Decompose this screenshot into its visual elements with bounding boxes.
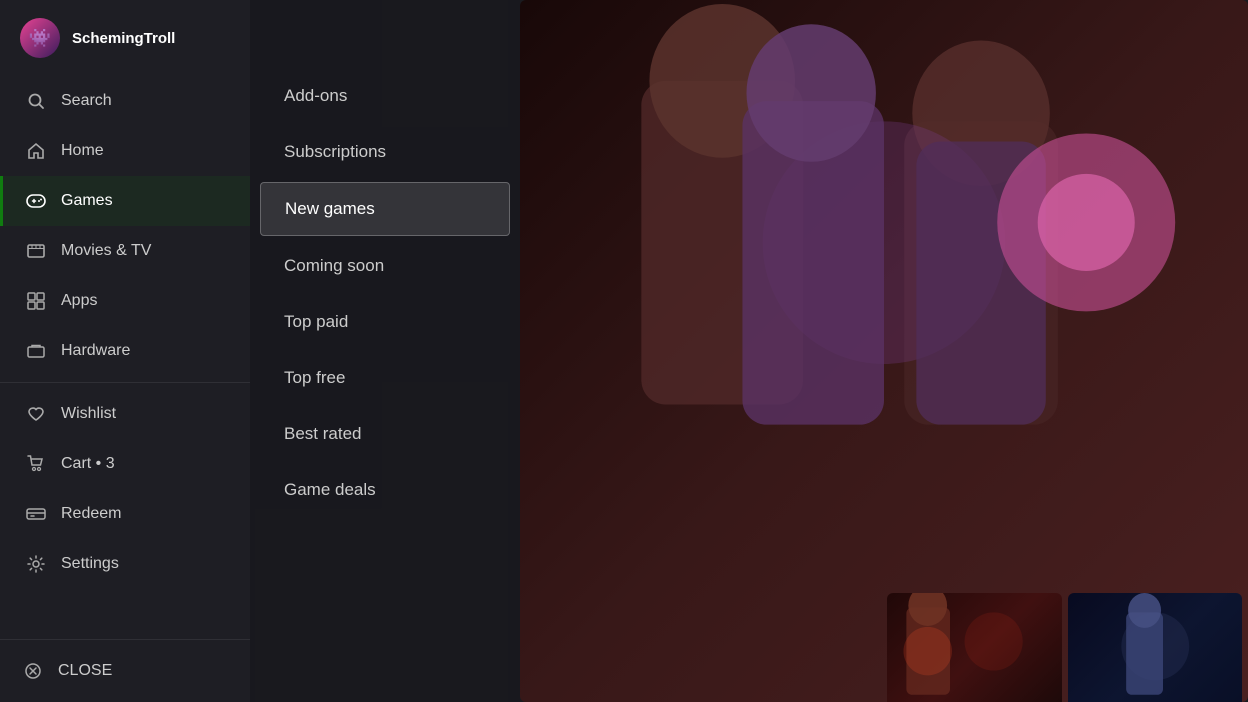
games-icon [25,190,47,212]
submenu-item-subscriptions[interactable]: Subscriptions [260,126,510,178]
sidebar-item-redeem-label: Redeem [61,505,121,523]
sidebar-item-cart[interactable]: Cart • 3 [0,439,250,489]
thumbnail-3[interactable]: SCARLET NEXUS [887,593,1062,702]
submenu-item-addons[interactable]: Add-ons [260,70,510,122]
close-label: CLOSE [58,662,112,680]
main-content: Halo Infinite The most ambitious Master … [520,0,1248,702]
content-grid: Halo Infinite The most ambitious Master … [520,0,1248,702]
submenu-item-game-deals[interactable]: Game deals [260,464,510,516]
user-profile[interactable]: 👾 SchemingTroll [0,0,250,76]
sidebar-item-wishlist[interactable]: Wishlist [0,389,250,439]
submenu-item-new-games[interactable]: New games [260,182,510,236]
cart-icon [25,453,47,475]
sidebar-item-search[interactable]: Search [0,76,250,126]
sidebar-item-cart-label: Cart • 3 [61,455,115,473]
sidebar-item-settings[interactable]: Settings [0,539,250,589]
avatar: 👾 [20,18,60,58]
wishlist-icon [25,403,47,425]
sidebar: 👾 SchemingTroll Search Home Games [0,0,250,702]
submenu-item-best-rated[interactable]: Best rated [260,408,510,460]
hardware-icon [25,340,47,362]
settings-icon [25,553,47,575]
sidebar-item-search-label: Search [61,92,112,110]
submenu-item-coming-soon[interactable]: Coming soon [260,240,510,292]
sidebar-item-games[interactable]: Games [0,176,250,226]
redeem-icon [25,503,47,525]
sidebar-item-apps[interactable]: Apps [0,276,250,326]
submenu-item-top-free[interactable]: Top free [260,352,510,404]
thumbnail-2[interactable] [707,593,882,702]
submenu-item-top-paid[interactable]: Top paid [260,296,510,348]
movies-icon [25,240,47,262]
sidebar-item-movies[interactable]: Movies & TV [0,226,250,276]
sidebar-item-hardware[interactable]: Hardware [0,326,250,376]
sidebar-item-games-label: Games [61,192,113,210]
thumbnail-4[interactable] [1068,593,1243,702]
close-icon [22,660,44,682]
sidebar-item-movies-label: Movies & TV [61,242,151,260]
submenu: Add-ons Subscriptions New games Coming s… [250,0,520,702]
sidebar-item-apps-label: Apps [61,292,97,310]
sidebar-item-redeem[interactable]: Redeem [0,489,250,539]
apps-icon [25,290,47,312]
sidebar-item-hardware-label: Hardware [61,342,130,360]
sidebar-item-home-label: Home [61,142,104,160]
sidebar-item-wishlist-label: Wishlist [61,405,116,423]
close-button[interactable]: CLOSE [0,639,250,702]
sidebar-nav: Search Home Games Movies & TV [0,76,250,639]
sidebar-item-settings-label: Settings [61,555,119,573]
home-icon [25,140,47,162]
username-label: SchemingTroll [72,30,175,47]
search-icon [25,90,47,112]
sidebar-item-home[interactable]: Home [0,126,250,176]
